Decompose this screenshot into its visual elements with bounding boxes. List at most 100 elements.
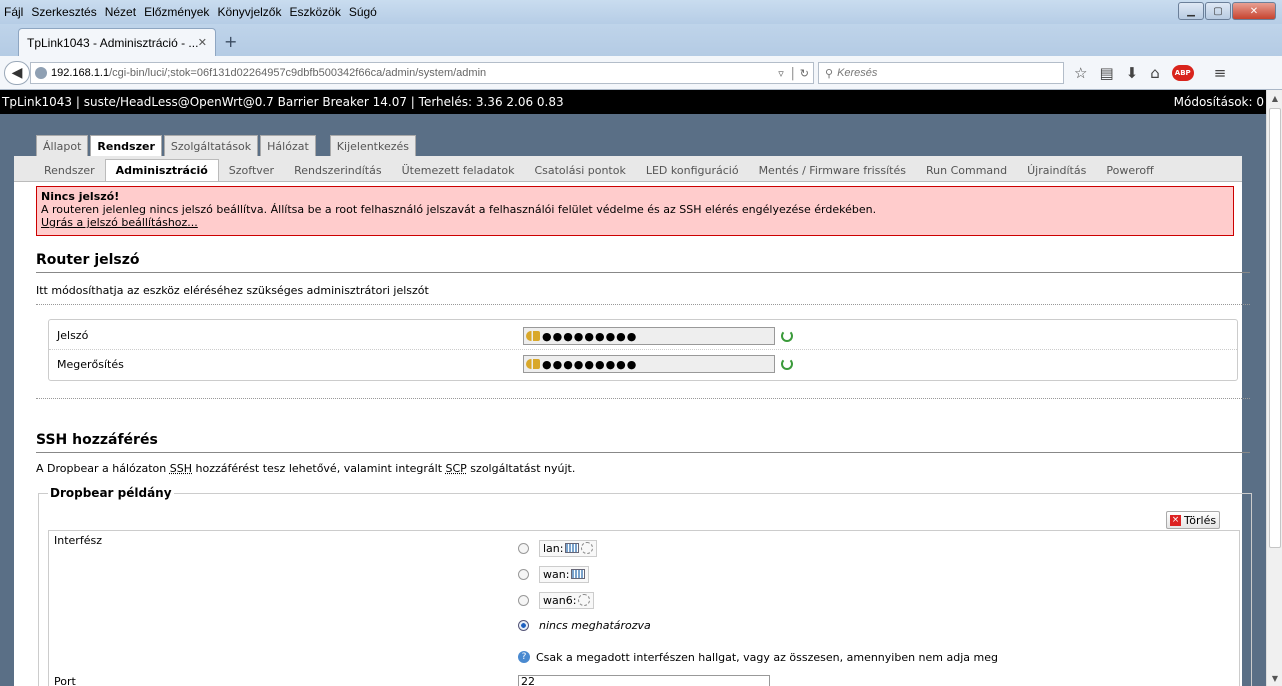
subtab-poweroff[interactable]: Poweroff	[1096, 159, 1163, 181]
scroll-up-icon[interactable]: ▲	[1267, 90, 1282, 106]
radio-lan[interactable]: lan:	[518, 537, 598, 559]
scroll-thumb[interactable]	[1269, 108, 1281, 548]
ssh-desc-part2: hozzáférést tesz lehetővé, valamint inte…	[192, 462, 446, 475]
sub-tabs: Rendszer Adminisztráció Szoftver Rendsze…	[14, 156, 1242, 182]
url-bar[interactable]: 192.168.1.1 /cgi-bin/luci/;stok=06f131d0…	[30, 62, 814, 84]
reveal-confirm-icon[interactable]	[781, 358, 793, 370]
router-password-title: Router jelszó	[36, 252, 1250, 273]
subtab-backup-firmware[interactable]: Mentés / Firmware frissítés	[749, 159, 916, 181]
router-header: TpLink1043 | suste/HeadLess@OpenWrt@0.7 …	[0, 90, 1266, 114]
confirm-row: Megerősítés ●●●●●●●●●	[49, 350, 1237, 378]
toolbar-icons: ☆ ▤ ⬇ ⌂ ABP ≡	[1074, 64, 1226, 82]
menu-history[interactable]: Előzmények	[144, 5, 209, 19]
key-icon	[526, 359, 540, 369]
delete-label: Törlés	[1184, 513, 1217, 527]
reload-icon[interactable]: ▿ │ ↻	[778, 67, 809, 80]
iface-lan-tag: lan:	[539, 539, 598, 557]
search-icon: ⚲	[825, 67, 834, 80]
subtab-scheduled-tasks[interactable]: Ütemezett feladatok	[392, 159, 525, 181]
ssh-title: SSH hozzáférés	[36, 432, 1250, 453]
menu-bookmarks[interactable]: Könyvjelzők	[217, 5, 281, 19]
port-label: Port	[54, 675, 76, 686]
alert-title: Nincs jelszó!	[41, 190, 120, 203]
desc-divider	[36, 304, 1250, 305]
minimize-button[interactable]: ▁	[1178, 2, 1204, 20]
subtab-startup[interactable]: Rendszerindítás	[284, 159, 392, 181]
radio-unspecified[interactable]: nincs meghatározva	[518, 614, 651, 636]
password-input[interactable]: ●●●●●●●●●	[523, 327, 775, 345]
hamburger-menu-icon[interactable]: ≡	[1214, 64, 1227, 82]
ethernet-icon	[571, 569, 586, 579]
tab-services[interactable]: Szolgáltatások	[163, 135, 259, 156]
ssh-desc-part1: A Dropbear a hálózaton	[36, 462, 170, 475]
menu-help[interactable]: Súgó	[349, 5, 377, 19]
port-input[interactable]: 22	[518, 675, 770, 686]
subtab-mount-points[interactable]: Csatolási pontok	[524, 159, 635, 181]
radio-unspecified-button[interactable]	[518, 619, 529, 631]
menu-edit[interactable]: Szerkesztés	[31, 5, 96, 19]
close-window-button[interactable]: ✕	[1232, 2, 1276, 20]
confirm-label: Megerősítés	[57, 357, 124, 371]
home-icon[interactable]: ⌂	[1150, 64, 1160, 82]
maximize-button[interactable]: ▢	[1205, 2, 1231, 20]
url-path: /cgi-bin/luci/;stok=06f131d02264957c9dbf…	[109, 67, 487, 79]
subtab-system[interactable]: Rendszer	[34, 159, 105, 181]
subtab-reboot[interactable]: Újraindítás	[1017, 159, 1096, 181]
alert-text: A routeren jelenleg nincs jelszó beállít…	[41, 203, 877, 216]
confirm-input[interactable]: ●●●●●●●●●	[523, 355, 775, 373]
menubar: Fájl Szerkesztés Nézet Előzmények Könyvj…	[0, 0, 1282, 24]
changes-counter[interactable]: Módosítások: 0	[1174, 95, 1264, 109]
unspecified-label: nincs meghatározva	[539, 618, 651, 632]
subtab-software[interactable]: Szoftver	[219, 159, 284, 181]
subtab-run-command[interactable]: Run Command	[916, 159, 1017, 181]
bookmark-star-icon[interactable]: ☆	[1074, 64, 1087, 82]
reading-list-icon[interactable]: ▤	[1099, 64, 1113, 82]
browser-tab[interactable]: TpLink1043 - Adminisztráció - ... ✕	[18, 28, 216, 56]
iface-lan-label: lan:	[543, 541, 564, 555]
iface-wan-tag: wan:	[539, 565, 590, 583]
alert-password-link[interactable]: Ugrás a jelszó beállításhoz...	[41, 216, 198, 229]
interface-label: Interfész	[54, 534, 102, 547]
tab-status[interactable]: Állapot	[36, 135, 89, 156]
iface-wan6-tag: wan6:	[539, 591, 595, 609]
radio-wan6-button[interactable]	[518, 594, 529, 606]
password-label: Jelszó	[57, 329, 89, 342]
tab-system[interactable]: Rendszer	[90, 135, 162, 156]
back-button[interactable]: ◀	[4, 61, 30, 85]
scroll-down-icon[interactable]: ▼	[1267, 670, 1282, 686]
search-placeholder: Keresés	[837, 67, 878, 79]
download-icon[interactable]: ⬇	[1126, 64, 1139, 82]
radio-wan6[interactable]: wan6:	[518, 589, 595, 611]
radio-lan-button[interactable]	[518, 542, 529, 554]
confirm-dots: ●●●●●●●●●	[542, 357, 638, 371]
tab-logout[interactable]: Kijelentkezés	[329, 135, 417, 156]
ssh-abbr: SSH	[169, 462, 193, 475]
wifi-icon	[581, 542, 594, 554]
adblock-icon[interactable]: ABP	[1171, 65, 1194, 81]
subtab-led-config[interactable]: LED konfiguráció	[636, 159, 749, 181]
menu-tools[interactable]: Eszközök	[289, 5, 340, 19]
menu-view[interactable]: Nézet	[105, 5, 136, 19]
reveal-password-icon[interactable]	[781, 330, 793, 342]
password-fieldset: Jelszó ●●●●●●●●● Megerősítés ●●●●●●●●●	[48, 319, 1238, 381]
dropbear-legend: Dropbear példány	[48, 486, 174, 500]
page-scrollbar[interactable]: ▲ ▼	[1266, 90, 1282, 686]
help-icon: ?	[518, 651, 530, 663]
ssh-desc-part3: szolgáltatást nyújt.	[466, 462, 576, 475]
menu-file[interactable]: Fájl	[4, 5, 23, 19]
password-dots: ●●●●●●●●●	[542, 329, 638, 343]
interface-hint: ? Csak a megadott interfészen hallgat, v…	[518, 646, 998, 668]
new-tab-icon[interactable]: +	[224, 32, 237, 51]
globe-icon	[35, 67, 47, 79]
header-info: TpLink1043 | suste/HeadLess@OpenWrt@0.7 …	[2, 95, 564, 109]
close-tab-icon[interactable]: ✕	[198, 36, 207, 49]
url-host: 192.168.1.1	[51, 67, 110, 79]
tab-strip: TpLink1043 - Adminisztráció - ... ✕ +	[0, 24, 1282, 56]
radio-wan[interactable]: wan:	[518, 563, 590, 585]
page-content: Rendszer Adminisztráció Szoftver Rendsze…	[14, 156, 1252, 686]
search-input[interactable]: ⚲ Keresés	[818, 62, 1064, 84]
tab-network[interactable]: Hálózat	[260, 135, 316, 156]
radio-wan-button[interactable]	[518, 568, 529, 580]
subtab-administration[interactable]: Adminisztráció	[104, 159, 219, 181]
delete-button[interactable]: × Törlés	[1166, 511, 1221, 529]
